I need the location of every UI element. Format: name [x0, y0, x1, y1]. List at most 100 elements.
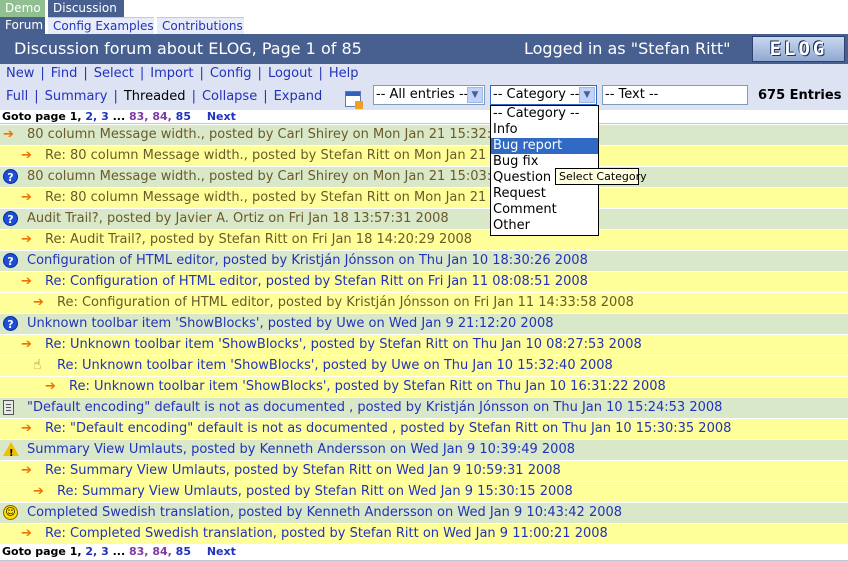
page-85[interactable]: 85 — [176, 545, 191, 558]
entry-link[interactable]: Re: Summary View Umlauts, posted by Stef… — [45, 461, 561, 481]
chevron-down-icon[interactable]: ▼ — [467, 87, 483, 103]
category-option[interactable]: Bug report — [491, 138, 598, 154]
page-84[interactable]: 84, — [152, 545, 172, 558]
category-option[interactable]: Comment — [491, 202, 598, 218]
entry-link[interactable]: Re: Unknown toolbar item 'ShowBlocks', p… — [57, 356, 613, 376]
menu-separator: | — [257, 66, 262, 81]
question-icon: ? — [3, 316, 18, 331]
arrow-icon: ➔ — [21, 421, 32, 436]
view-full[interactable]: Full — [6, 89, 28, 104]
entry-link[interactable]: Audit Trail?, posted by Javier A. Ortiz … — [27, 209, 449, 229]
next-page-link[interactable]: Next — [207, 545, 236, 558]
thread-entry-row[interactable]: ? Unknown toolbar item 'ShowBlocks', post… — [0, 314, 848, 335]
thread-entry-row[interactable]: ? 80 column Message width., posted by Car… — [0, 167, 848, 188]
menu-separator: | — [40, 66, 45, 81]
title-bar: Discussion forum about ELOG, Page 1 of 8… — [0, 34, 848, 64]
reply-entry-row[interactable]: ☝ Re: Unknown toolbar item 'ShowBlocks', … — [0, 356, 848, 377]
thread-entry-row[interactable]: "Default encoding" default is not as doc… — [0, 398, 848, 419]
menu-logout[interactable]: Logout — [268, 66, 313, 81]
elog-logo[interactable]: ELOG — [752, 36, 845, 62]
reply-entry-row[interactable]: ➔ Re: 80 column Message width., posted by… — [0, 146, 848, 167]
menu-find[interactable]: Find — [51, 66, 78, 81]
tab-config-examples[interactable]: Config Examples — [48, 17, 154, 34]
entry-link[interactable]: "Default encoding" default is not as doc… — [27, 398, 722, 418]
reply-entry-row[interactable]: ➔ Re: Unknown toolbar item 'ShowBlocks', … — [0, 377, 848, 398]
entry-link[interactable]: 80 column Message width., posted by Carl… — [27, 167, 499, 187]
entry-count: 675 Entries — [758, 88, 842, 103]
category-option[interactable]: Request — [491, 186, 598, 202]
menu-select[interactable]: Select — [94, 66, 134, 81]
category-option[interactable]: -- Category -- — [491, 106, 598, 122]
page-2[interactable]: 2, — [85, 110, 97, 123]
entry-link[interactable]: Re: Unknown toolbar item 'ShowBlocks', p… — [45, 335, 642, 355]
page-3[interactable]: 3 — [101, 110, 109, 123]
category-option[interactable]: Other — [491, 218, 598, 234]
text-filter-input[interactable]: -- Text -- — [602, 85, 748, 105]
entry-link[interactable]: Re: Configuration of HTML editor, posted… — [45, 272, 588, 292]
page-85[interactable]: 85 — [176, 110, 191, 123]
view-summary[interactable]: Summary — [45, 89, 108, 104]
page-1: 1, — [69, 110, 82, 123]
entry-link[interactable]: Summary View Umlauts, posted by Kenneth … — [27, 440, 575, 460]
entry-link[interactable]: Re: Unknown toolbar item 'ShowBlocks', p… — [69, 377, 666, 397]
menu-separator: | — [83, 66, 88, 81]
page-3[interactable]: 3 — [101, 545, 109, 558]
reply-entry-row[interactable]: ➔ Re: Audit Trail?, posted by Stefan Ritt… — [0, 230, 848, 251]
calendar-icon[interactable] — [345, 91, 363, 109]
page-2[interactable]: 2, — [85, 545, 97, 558]
view-separator: | — [263, 89, 268, 104]
tab-forum[interactable]: Forum — [0, 17, 45, 34]
thread-entry-row[interactable]: ➔ 80 column Message width., posted by Car… — [0, 125, 848, 146]
question-icon: ? — [3, 211, 18, 226]
reply-entry-row[interactable]: ➔ Re: Configuration of HTML editor, poste… — [0, 272, 848, 293]
entry-link[interactable]: Re: Completed Swedish translation, poste… — [45, 524, 608, 544]
login-status: Logged in as "Stefan Ritt" — [524, 39, 731, 58]
entries-select[interactable]: -- All entries -- ▼ — [373, 85, 485, 105]
category-option[interactable]: Info — [491, 122, 598, 138]
entry-link[interactable]: 80 column Message width., posted by Carl… — [27, 125, 499, 145]
page-83[interactable]: 83, — [129, 110, 149, 123]
entry-link[interactable]: Re: Configuration of HTML editor, posted… — [57, 293, 634, 313]
menu-new[interactable]: New — [6, 66, 34, 81]
chevron-down-icon[interactable]: ▼ — [579, 87, 595, 103]
entry-link[interactable]: Configuration of HTML editor, posted by … — [27, 251, 588, 271]
entry-list: ➔ 80 column Message width., posted by Car… — [0, 125, 848, 545]
reply-entry-row[interactable]: ➔ Re: Unknown toolbar item 'ShowBlocks', … — [0, 335, 848, 356]
entry-link[interactable]: Re: Audit Trail?, posted by Stefan Ritt … — [45, 230, 472, 250]
menu-import[interactable]: Import — [150, 66, 193, 81]
entry-link[interactable]: Unknown toolbar item 'ShowBlocks', poste… — [27, 314, 554, 334]
thread-entry-row[interactable]: ? Audit Trail?, posted by Javier A. Ortiz… — [0, 209, 848, 230]
arrow-icon: ➔ — [21, 232, 32, 247]
entry-link[interactable]: Re: 80 column Message width., posted by … — [45, 146, 507, 166]
menu-config[interactable]: Config — [210, 66, 252, 81]
arrow-icon: ➔ — [21, 337, 32, 352]
category-select[interactable]: -- Category -- ▼ — [490, 85, 597, 105]
thread-entry-row[interactable]: ? Configuration of HTML editor, posted by… — [0, 251, 848, 272]
smiley-icon: ☺ — [3, 505, 18, 520]
page-title: Discussion forum about ELOG, Page 1 of 8… — [14, 39, 362, 58]
tab-discussion[interactable]: Discussion — [48, 0, 124, 17]
tab-demo[interactable]: Demo — [0, 0, 45, 17]
page-83[interactable]: 83, — [129, 545, 149, 558]
entry-link[interactable]: Re: Summary View Umlauts, posted by Stef… — [57, 482, 573, 502]
view-collapse[interactable]: Collapse — [202, 89, 257, 104]
thread-entry-row[interactable]: ☺ Completed Swedish translation, posted b… — [0, 503, 848, 524]
entry-link[interactable]: Completed Swedish translation, posted by… — [27, 503, 622, 523]
next-page-link[interactable]: Next — [207, 110, 236, 123]
entry-link[interactable]: Re: "Default encoding" default is not as… — [45, 419, 731, 439]
entry-link[interactable]: Re: 80 column Message width., posted by … — [45, 188, 507, 208]
reply-entry-row[interactable]: ➔ Re: "Default encoding" default is not a… — [0, 419, 848, 440]
reply-entry-row[interactable]: ➔ Re: Completed Swedish translation, post… — [0, 524, 848, 545]
menu-separator: | — [199, 66, 204, 81]
tab-contributions[interactable]: Contributions — [157, 17, 244, 34]
reply-entry-row[interactable]: ➔ Re: Summary View Umlauts, posted by Ste… — [0, 482, 848, 503]
page-84[interactable]: 84, — [152, 110, 172, 123]
reply-entry-row[interactable]: ➔ Re: Configuration of HTML editor, poste… — [0, 293, 848, 314]
menu-help[interactable]: Help — [329, 66, 359, 81]
view-expand[interactable]: Expand — [274, 89, 323, 104]
question-icon: ? — [3, 169, 18, 184]
thread-entry-row[interactable]: Summary View Umlauts, posted by Kenneth … — [0, 440, 848, 461]
category-select-value: -- Category -- — [493, 87, 580, 102]
reply-entry-row[interactable]: ➔ Re: 80 column Message width., posted by… — [0, 188, 848, 209]
reply-entry-row[interactable]: ➔ Re: Summary View Umlauts, posted by Ste… — [0, 461, 848, 482]
